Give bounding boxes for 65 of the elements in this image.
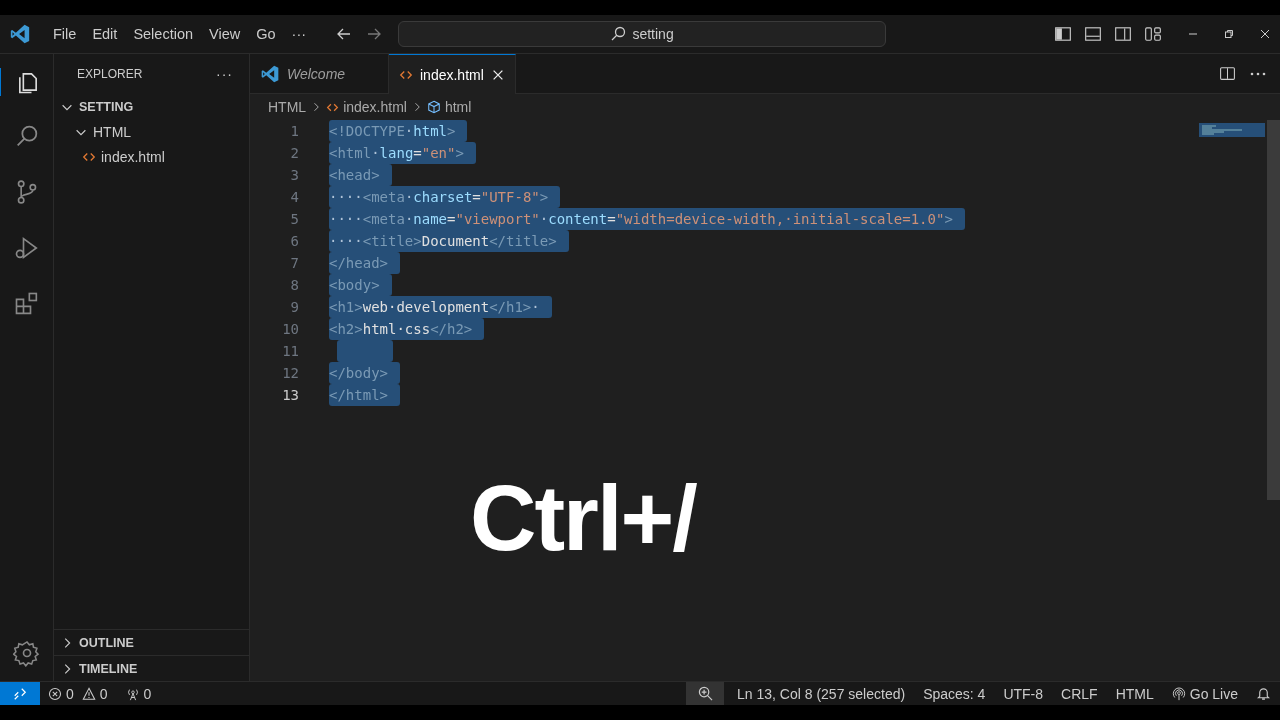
menu-item[interactable]: Edit bbox=[84, 22, 126, 46]
broadcast-icon bbox=[1171, 686, 1186, 701]
menu-item[interactable]: Selection bbox=[125, 22, 202, 46]
breadcrumb-item[interactable]: html bbox=[426, 99, 472, 115]
line-number: 10 bbox=[281, 321, 300, 337]
scrollbar[interactable] bbox=[1267, 120, 1280, 500]
line-number: 6 bbox=[289, 233, 300, 249]
line-number: 5 bbox=[289, 211, 300, 227]
search-icon bbox=[610, 26, 627, 42]
back-arrow-icon[interactable] bbox=[336, 26, 353, 42]
app-logo-icon bbox=[260, 63, 280, 84]
status-item[interactable]: 0 bbox=[107, 685, 152, 702]
line-number: 1 bbox=[289, 123, 300, 139]
status-item[interactable]: 0 bbox=[73, 685, 108, 702]
status-item[interactable]: Ln 13, Col 8 (257 selected) bbox=[728, 685, 915, 702]
status-item[interactable]: CRLF bbox=[1052, 685, 1107, 702]
remote-icon bbox=[13, 686, 27, 701]
app-logo-icon bbox=[9, 23, 31, 45]
settings-icon[interactable] bbox=[12, 639, 41, 667]
menu-item[interactable]: ··· bbox=[283, 22, 315, 46]
shortcut-caption: Ctrl+/ bbox=[470, 466, 696, 571]
panel-section-header[interactable]: OUTLINE bbox=[54, 629, 249, 655]
forward-arrow-icon[interactable] bbox=[366, 26, 383, 42]
error-icon bbox=[48, 686, 62, 701]
line-number: 12 bbox=[281, 365, 300, 381]
tree-item[interactable]: HTML bbox=[54, 119, 249, 144]
line-number: 8 bbox=[289, 277, 300, 293]
status-item[interactable]: Spaces: 4 bbox=[914, 685, 995, 702]
zoom-button[interactable] bbox=[686, 682, 724, 705]
warning-icon bbox=[81, 686, 96, 701]
more-actions-button[interactable]: ··· bbox=[216, 66, 233, 82]
zoom-in-icon bbox=[697, 686, 713, 701]
line-number: 2 bbox=[289, 145, 300, 161]
line-number: 7 bbox=[289, 255, 300, 271]
minimap-drawing bbox=[1199, 123, 1265, 137]
bell-icon bbox=[1256, 686, 1271, 701]
more-actions-icon[interactable] bbox=[1250, 71, 1266, 76]
toggle-secondary-sidebar-icon[interactable] bbox=[1114, 25, 1132, 43]
toggle-sidebar-icon[interactable] bbox=[1054, 25, 1072, 43]
restore-icon[interactable] bbox=[1224, 29, 1234, 39]
menu-item[interactable]: Go bbox=[248, 22, 284, 46]
breadcrumb-item[interactable]: index.html bbox=[326, 99, 407, 115]
layout-icon[interactable] bbox=[1144, 25, 1162, 43]
search-field[interactable]: setting bbox=[398, 21, 887, 47]
toggle-panel-icon[interactable] bbox=[1084, 25, 1102, 43]
line-number: 11 bbox=[281, 343, 300, 359]
menu-item[interactable]: File bbox=[45, 22, 85, 46]
breadcrumb-item[interactable]: HTML bbox=[268, 99, 307, 115]
line-number: 9 bbox=[289, 299, 300, 315]
status-item[interactable]: UTF-8 bbox=[994, 685, 1053, 702]
go-live-button[interactable]: Go Live bbox=[1162, 685, 1247, 702]
status-item[interactable]: HTML bbox=[1106, 685, 1163, 702]
close-icon[interactable] bbox=[1260, 29, 1270, 39]
editor-tab[interactable]: index.html bbox=[389, 54, 516, 94]
remote-button[interactable] bbox=[0, 682, 40, 705]
line-number: 13 bbox=[281, 387, 300, 403]
tree-item[interactable]: SETTING bbox=[54, 94, 249, 119]
line-number: 3 bbox=[289, 167, 300, 183]
sidebar-title: EXPLORER bbox=[77, 67, 143, 81]
status-item[interactable]: 0 bbox=[40, 685, 74, 702]
tree-item[interactable]: index.html bbox=[54, 144, 249, 169]
cube-icon bbox=[426, 100, 441, 114]
line-number: 4 bbox=[289, 189, 300, 205]
menu-item[interactable]: View bbox=[201, 22, 249, 46]
split-editor-icon[interactable] bbox=[1219, 65, 1236, 82]
